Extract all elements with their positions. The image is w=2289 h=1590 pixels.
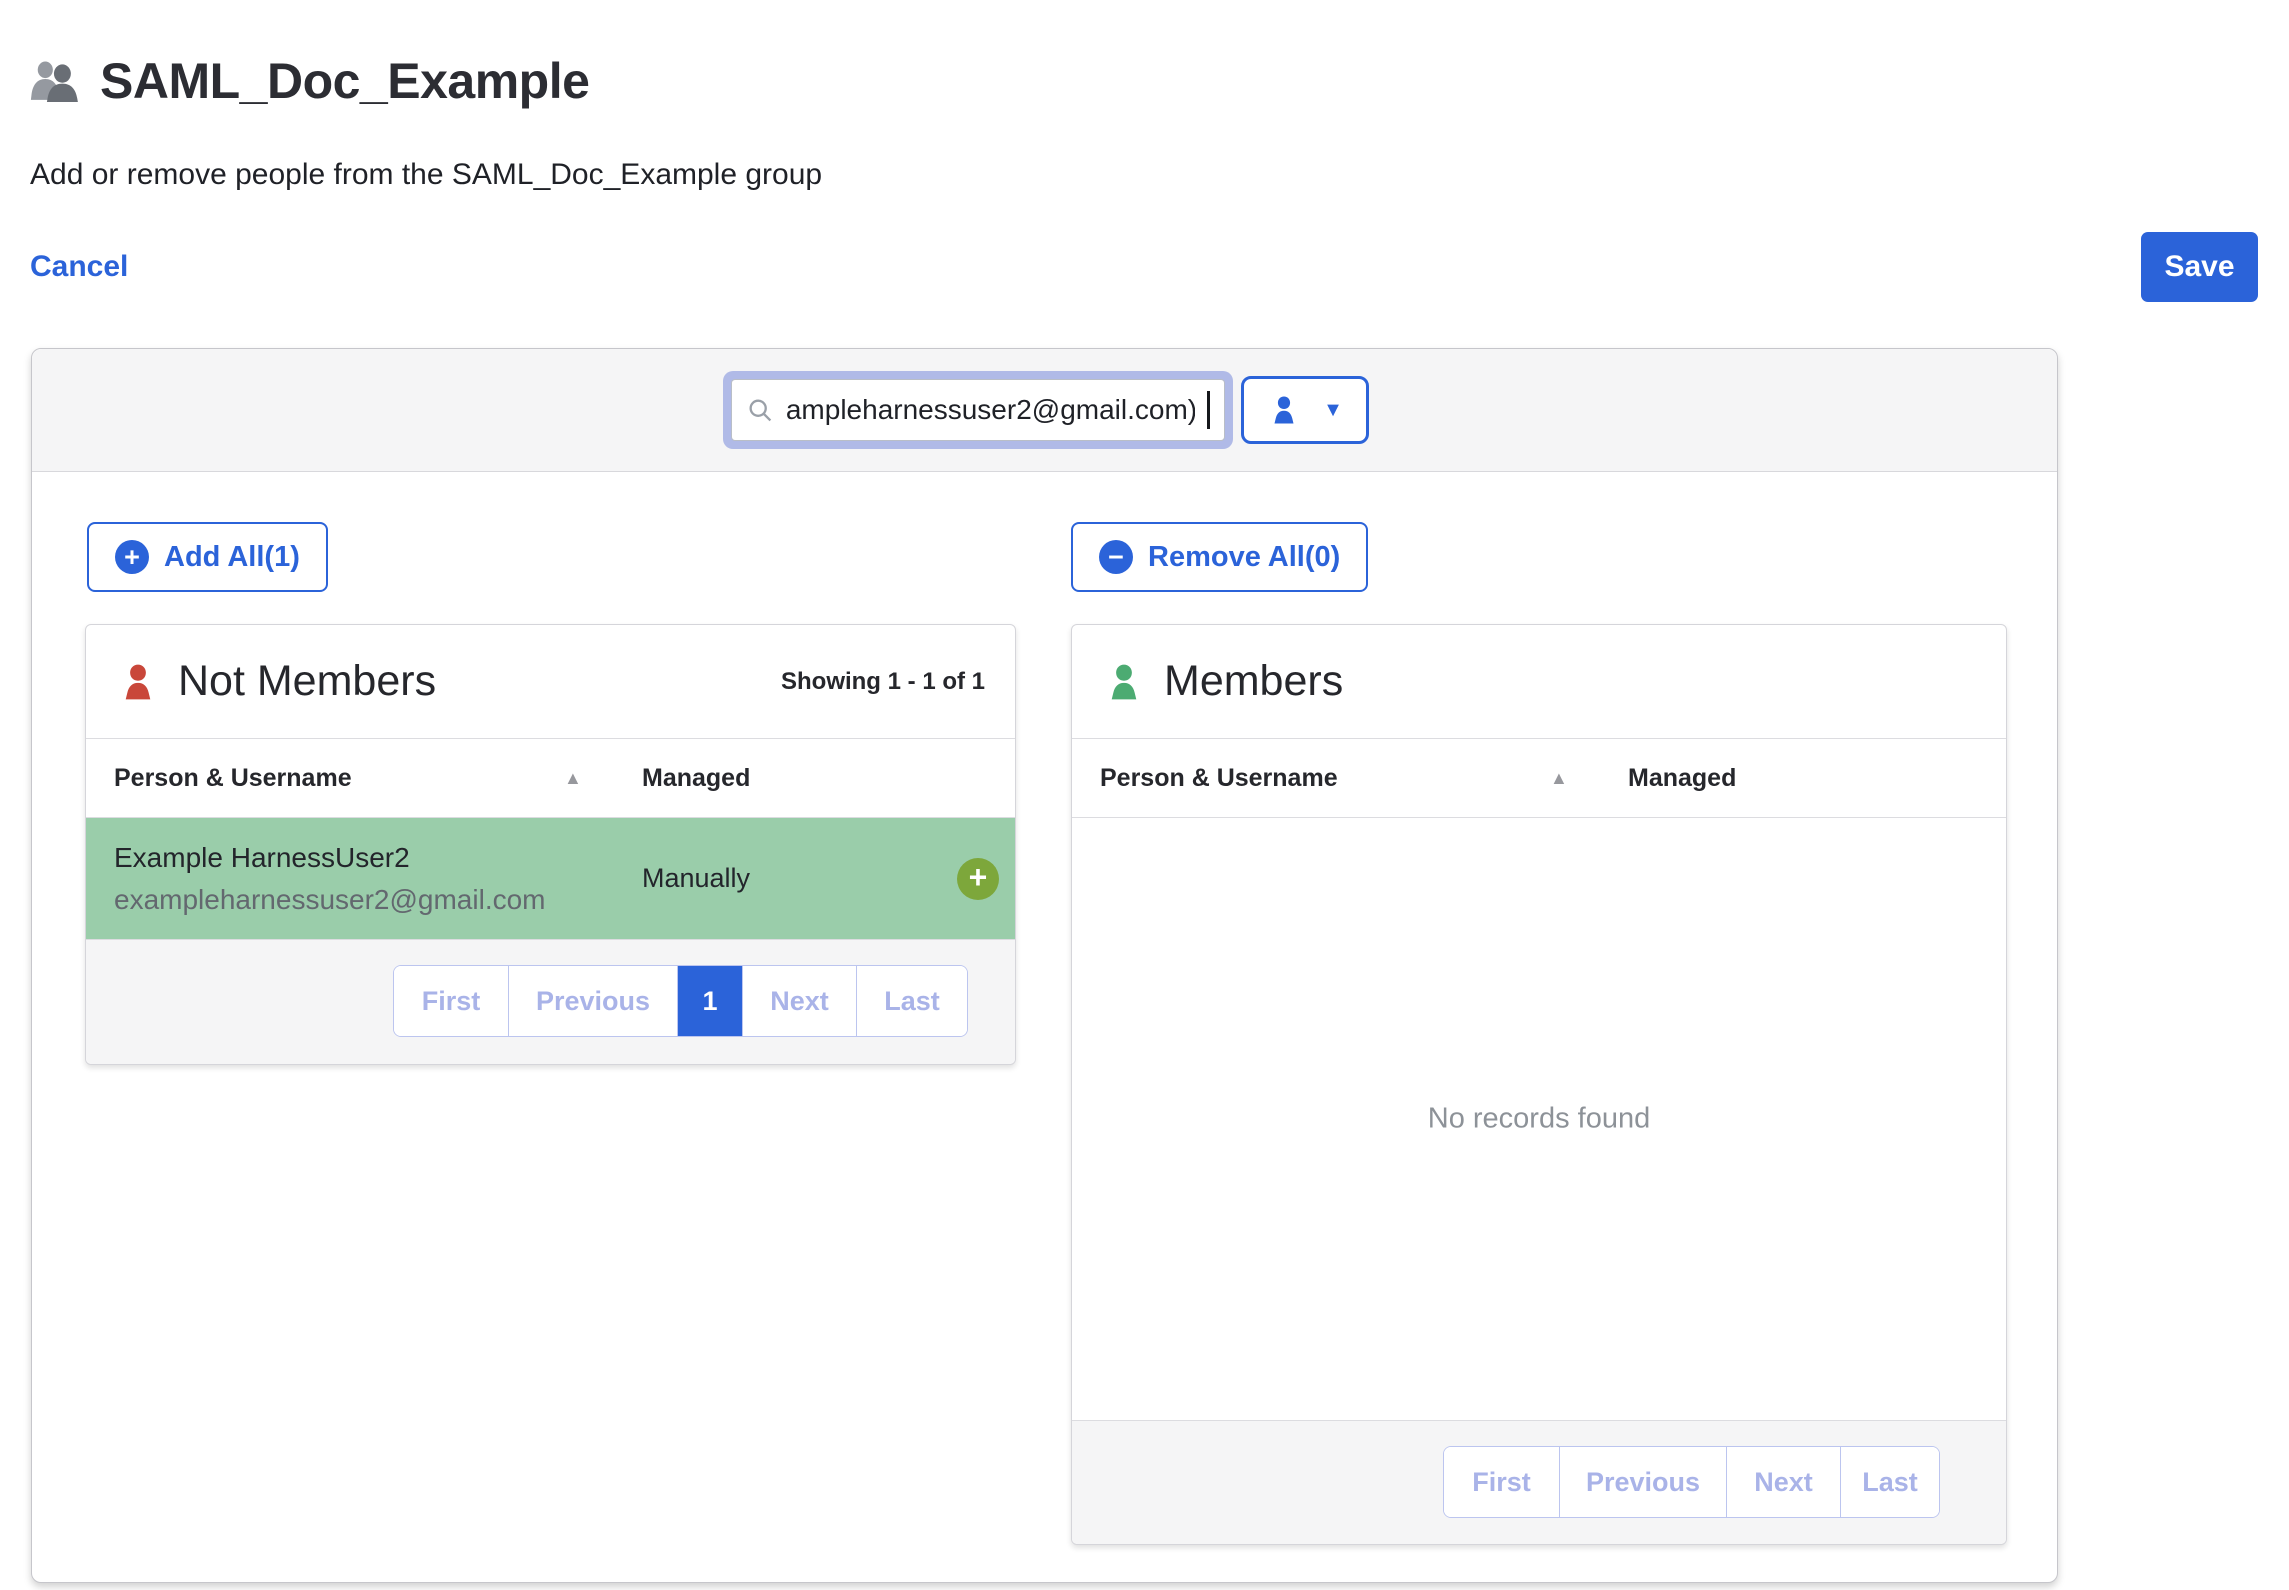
not-members-table-header: Person & Username ▲ Managed xyxy=(86,738,1015,818)
search-value: ampleharnessuser2@gmail.com) xyxy=(786,394,1195,426)
members-pagination: First Previous Next Last xyxy=(1443,1446,1940,1518)
column-managed[interactable]: Managed xyxy=(1628,764,1736,793)
column-managed[interactable]: Managed xyxy=(642,764,750,793)
not-members-pagination: First Previous 1 Next Last xyxy=(393,965,968,1037)
members-person-icon xyxy=(1102,660,1146,704)
person-username: exampleharnessuser2@gmail.com xyxy=(114,884,642,916)
pagination-first-button[interactable]: First xyxy=(1444,1447,1559,1517)
pagination-previous-button[interactable]: Previous xyxy=(508,966,677,1036)
add-all-label: Add All(1) xyxy=(164,541,300,574)
members-card: Members Person & Username ▲ Managed No r… xyxy=(1071,624,2007,1545)
pagination-last-button[interactable]: Last xyxy=(1840,1447,1939,1517)
page-subtitle: Add or remove people from the SAML_Doc_E… xyxy=(30,158,2289,192)
save-button[interactable]: Save xyxy=(2141,232,2258,302)
not-members-card: Not Members Showing 1 - 1 of 1 Person & … xyxy=(85,624,1016,1065)
not-members-person-icon xyxy=(116,660,160,704)
search-icon xyxy=(746,396,774,424)
table-row[interactable]: Example HarnessUser2 exampleharnessuser2… xyxy=(86,818,1015,939)
person-icon xyxy=(1267,393,1301,427)
column-person-username[interactable]: Person & Username xyxy=(1100,764,1550,793)
cell-person-username: Example HarnessUser2 exampleharnessuser2… xyxy=(114,842,642,916)
empty-state-text: No records found xyxy=(1072,1103,2006,1136)
search-focus-ring: ampleharnessuser2@gmail.com) xyxy=(723,371,1233,449)
pagination-last-button[interactable]: Last xyxy=(856,966,967,1036)
membership-panel: ampleharnessuser2@gmail.com) ▼ + Add All… xyxy=(31,348,2058,1583)
members-footer: First Previous Next Last xyxy=(1072,1420,2006,1544)
cell-managed: Manually xyxy=(642,863,750,894)
members-title: Members xyxy=(1164,657,1343,706)
add-user-button[interactable]: + xyxy=(957,858,999,900)
sort-asc-icon[interactable]: ▲ xyxy=(564,768,642,789)
not-members-header: Not Members Showing 1 - 1 of 1 xyxy=(86,625,1015,738)
remove-all-button[interactable]: − Remove All(0) xyxy=(1071,522,1368,592)
pagination-next-button[interactable]: Next xyxy=(1726,1447,1840,1517)
page-title: SAML_Doc_Example xyxy=(100,52,589,110)
page-header: SAML_Doc_Example Add or remove people fr… xyxy=(0,0,2289,302)
group-icon xyxy=(30,58,84,105)
chevron-down-icon: ▼ xyxy=(1323,399,1343,422)
not-members-title: Not Members xyxy=(178,657,436,706)
cancel-link[interactable]: Cancel xyxy=(30,250,128,284)
pagination-next-button[interactable]: Next xyxy=(742,966,856,1036)
remove-all-label: Remove All(0) xyxy=(1148,541,1340,574)
pagination-previous-button[interactable]: Previous xyxy=(1559,1447,1726,1517)
pagination-first-button[interactable]: First xyxy=(394,966,508,1036)
add-all-button[interactable]: + Add All(1) xyxy=(87,522,328,592)
person-name: Example HarnessUser2 xyxy=(114,842,642,874)
showing-count: Showing 1 - 1 of 1 xyxy=(781,668,985,696)
search-strip: ampleharnessuser2@gmail.com) ▼ xyxy=(32,349,2057,472)
members-header: Members xyxy=(1072,625,2006,738)
plus-circle-icon: + xyxy=(115,540,149,574)
pagination-page-1-button[interactable]: 1 xyxy=(677,966,742,1036)
search-input[interactable]: ampleharnessuser2@gmail.com) xyxy=(731,379,1225,441)
sort-asc-icon[interactable]: ▲ xyxy=(1550,768,1628,789)
not-members-footer: First Previous 1 Next Last xyxy=(86,939,1015,1064)
column-person-username[interactable]: Person & Username xyxy=(114,764,564,793)
members-table-header: Person & Username ▲ Managed xyxy=(1072,738,2006,818)
user-filter-dropdown[interactable]: ▼ xyxy=(1241,376,1369,444)
members-empty-body: No records found xyxy=(1072,818,2006,1420)
text-caret xyxy=(1207,391,1210,429)
minus-circle-icon: − xyxy=(1099,540,1133,574)
